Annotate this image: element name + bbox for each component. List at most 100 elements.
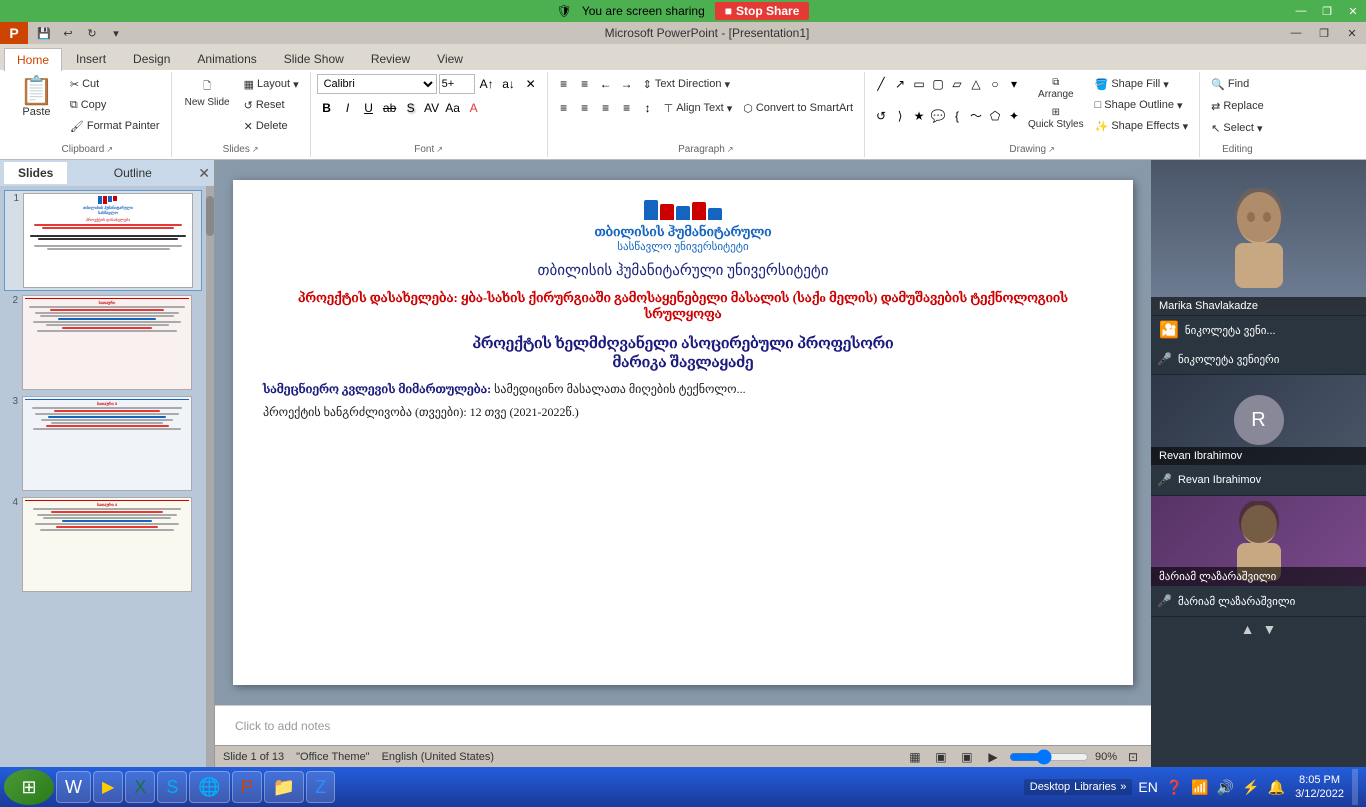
- show-desktop-button[interactable]: [1352, 769, 1358, 805]
- shape-brace[interactable]: {: [947, 106, 967, 126]
- align-text-button[interactable]: ⊤ Align Text ▾: [659, 98, 738, 118]
- shape-parallelogram[interactable]: ▱: [947, 74, 967, 94]
- scroll-up-button[interactable]: ▲: [1241, 621, 1255, 637]
- notes-bar[interactable]: Click to add notes: [215, 705, 1151, 745]
- slide-canvas[interactable]: თბილისის ჰუმანიტარული სასწავლო უნივერსიტ…: [233, 180, 1133, 685]
- shape-arrow[interactable]: ↗: [890, 74, 910, 94]
- view-normal-button[interactable]: ▦: [905, 747, 925, 767]
- taskbar-explorer[interactable]: 📁: [264, 771, 304, 803]
- line-spacing-button[interactable]: ↕: [638, 98, 658, 118]
- tab-home[interactable]: Home: [4, 48, 62, 71]
- customize-quick-button[interactable]: ▾: [106, 23, 126, 43]
- tab-view[interactable]: View: [424, 47, 476, 70]
- scroll-down-button[interactable]: ▼: [1263, 621, 1277, 637]
- convert-smartart-button[interactable]: ⬡ Convert to SmartArt: [738, 98, 858, 118]
- strikethrough-button[interactable]: ab: [380, 98, 400, 118]
- taskbar-unknown1[interactable]: ▶: [93, 771, 123, 803]
- format-painter-button[interactable]: 🖌 Format Painter: [65, 116, 165, 136]
- stop-share-button[interactable]: ■ Stop Share: [715, 2, 810, 20]
- decrease-indent-button[interactable]: ←: [596, 74, 616, 94]
- bold-button[interactable]: B: [317, 98, 337, 118]
- shape-callout[interactable]: 💬: [928, 106, 948, 126]
- volume-tray[interactable]: 🔊: [1215, 777, 1236, 798]
- shapes-more[interactable]: ▾: [1004, 74, 1024, 94]
- align-right-button[interactable]: ≡: [596, 98, 616, 118]
- redo-quick-button[interactable]: ↻: [82, 23, 102, 43]
- title-close-button[interactable]: ✕: [1338, 22, 1366, 44]
- close-button[interactable]: ✕: [1340, 0, 1366, 22]
- desktop-button[interactable]: Desktop Libraries »: [1024, 779, 1133, 795]
- tab-slideshow[interactable]: Slide Show: [271, 47, 357, 70]
- battery-tray[interactable]: ⚡: [1240, 777, 1261, 798]
- restore-button[interactable]: ❐: [1314, 0, 1340, 22]
- font-expand[interactable]: ↗: [436, 145, 443, 154]
- change-case-button[interactable]: Aa: [443, 98, 463, 118]
- increase-indent-button[interactable]: →: [617, 74, 637, 94]
- start-button[interactable]: ⊞: [4, 769, 54, 805]
- language-tray[interactable]: EN: [1136, 777, 1159, 797]
- shape-rect[interactable]: ▭: [909, 74, 929, 94]
- tab-design[interactable]: Design: [120, 47, 183, 70]
- replace-button[interactable]: ⇄ Replace: [1206, 96, 1269, 116]
- layout-button[interactable]: ▦ Layout ▾: [239, 74, 304, 94]
- time-area[interactable]: 8:05 PM 3/12/2022: [1291, 771, 1348, 804]
- shape-custom1[interactable]: ⬠: [985, 106, 1005, 126]
- taskbar-zoom[interactable]: Z: [306, 771, 335, 803]
- shape-line[interactable]: ╱: [871, 74, 891, 94]
- arrange-button[interactable]: ⧉ Arrange: [1023, 74, 1089, 103]
- view-slide-sorter-button[interactable]: ▣: [931, 747, 951, 767]
- bullets-button[interactable]: ≡: [554, 74, 574, 94]
- shape-bent-arrow[interactable]: ↺: [871, 106, 891, 126]
- tab-outline[interactable]: Outline: [100, 162, 166, 184]
- notifications-tray[interactable]: 🔔: [1266, 777, 1287, 798]
- help-tray[interactable]: ❓: [1164, 777, 1185, 798]
- taskbar-powerpoint[interactable]: P: [232, 771, 262, 803]
- italic-button[interactable]: I: [338, 98, 358, 118]
- view-slideshow-button[interactable]: ▶: [983, 747, 1003, 767]
- slide-item-4[interactable]: 4 სათაური 4: [4, 495, 202, 594]
- font-size-decrease-button[interactable]: a↓: [499, 74, 519, 94]
- slide-item-2[interactable]: 2 სათაური: [4, 293, 202, 392]
- justify-button[interactable]: ≡: [617, 98, 637, 118]
- clipboard-expand[interactable]: ↗: [106, 145, 113, 154]
- font-face-select[interactable]: Calibri: [317, 74, 437, 94]
- font-color-button[interactable]: A: [464, 98, 484, 118]
- shape-outline-button[interactable]: □ Shape Outline ▾: [1090, 95, 1194, 115]
- shape-oval[interactable]: ○: [985, 74, 1005, 94]
- paragraph-expand[interactable]: ↗: [727, 145, 734, 154]
- undo-quick-button[interactable]: ↩: [58, 23, 78, 43]
- shape-chevron[interactable]: ⟩: [890, 106, 910, 126]
- align-left-button[interactable]: ≡: [554, 98, 574, 118]
- font-size-increase-button[interactable]: A↑: [477, 74, 497, 94]
- shape-fill-button[interactable]: 🪣 Shape Fill ▾: [1090, 74, 1194, 94]
- reset-button[interactable]: ↺ Reset: [239, 95, 304, 115]
- save-quick-button[interactable]: 💾: [34, 23, 54, 43]
- copy-button[interactable]: ⧉ Copy: [65, 95, 165, 115]
- tab-animations[interactable]: Animations: [184, 47, 269, 70]
- slide-panel-close[interactable]: ✕: [198, 165, 210, 182]
- fit-to-window-button[interactable]: ⊡: [1123, 747, 1143, 767]
- char-spacing-button[interactable]: AV: [422, 98, 442, 118]
- network-tray[interactable]: 📶: [1189, 777, 1210, 798]
- font-size-input[interactable]: [439, 74, 475, 94]
- taskbar-word[interactable]: W: [56, 771, 91, 803]
- align-center-button[interactable]: ≡: [575, 98, 595, 118]
- title-restore-button[interactable]: ❐: [1310, 22, 1338, 44]
- shape-custom2[interactable]: ✦: [1004, 106, 1024, 126]
- delete-button[interactable]: ✕ Delete: [239, 116, 304, 136]
- clear-formatting-button[interactable]: ✕: [521, 74, 541, 94]
- text-direction-button[interactable]: ⇕ Text Direction ▾: [638, 74, 735, 94]
- cut-button[interactable]: ✂ Cut: [65, 74, 165, 94]
- quick-styles-button[interactable]: ⊞ Quick Styles: [1023, 104, 1089, 133]
- shadow-button[interactable]: S: [401, 98, 421, 118]
- new-slide-button[interactable]: 🗋 New Slide: [178, 74, 237, 113]
- underline-button[interactable]: U: [359, 98, 379, 118]
- slides-expand[interactable]: ↗: [252, 145, 259, 154]
- numbering-button[interactable]: ≡: [575, 74, 595, 94]
- shape-star[interactable]: ★: [909, 106, 929, 126]
- paste-button[interactable]: 📋 Paste: [10, 74, 63, 121]
- shape-wave[interactable]: 〜: [966, 106, 986, 126]
- slide-item-1[interactable]: 1: [4, 190, 202, 291]
- shape-triangle[interactable]: △: [966, 74, 986, 94]
- drawing-expand[interactable]: ↗: [1048, 145, 1055, 154]
